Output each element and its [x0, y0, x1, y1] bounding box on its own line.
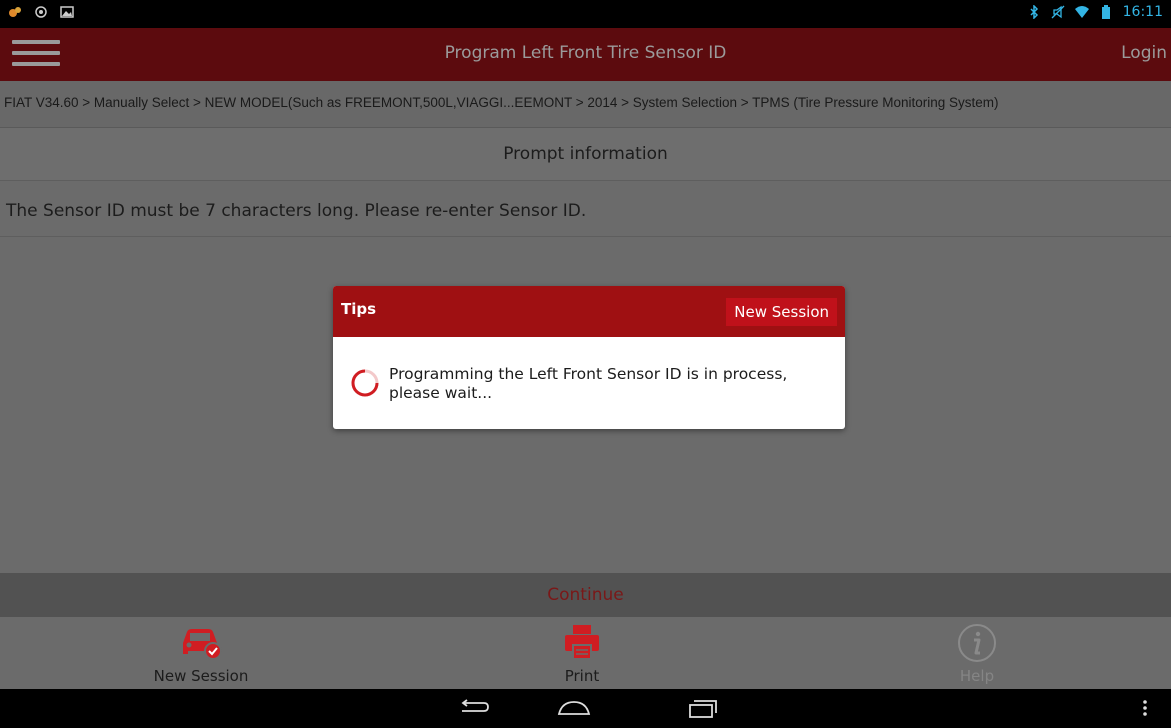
battery-icon — [1101, 5, 1110, 19]
recent-apps-icon[interactable] — [688, 697, 718, 719]
print-button[interactable]: Print — [482, 617, 682, 689]
bluetooth-icon — [1030, 5, 1038, 19]
image-icon — [60, 6, 74, 18]
bottom-toolbar: New Session Print Help — [0, 617, 1171, 689]
page-title: Program Left Front Tire Sensor ID — [444, 43, 727, 63]
dialog-title: Tips — [341, 300, 377, 318]
new-session-tool-label: New Session — [153, 667, 249, 685]
print-label: Print — [564, 667, 600, 685]
dialog-body: Programming the Left Front Sensor ID is … — [333, 337, 845, 429]
prompt-header: Prompt information — [0, 128, 1171, 181]
breadcrumb: FIAT V34.60 > Manually Select > NEW MODE… — [0, 81, 1171, 128]
info-icon — [958, 624, 996, 662]
prompt-message: The Sensor ID must be 7 characters long.… — [6, 201, 587, 221]
overflow-menu-icon[interactable] — [1140, 697, 1150, 719]
dialog-new-session-button[interactable]: New Session — [726, 298, 837, 326]
location-icon — [35, 6, 47, 18]
car-check-icon — [183, 629, 222, 660]
help-button[interactable]: Help — [877, 617, 1077, 689]
mute-icon — [1051, 5, 1065, 19]
tips-dialog: Tips New Session Programming the Left Fr… — [333, 286, 845, 429]
notification-app-icon — [9, 7, 21, 17]
new-session-tool-button[interactable]: New Session — [101, 617, 301, 689]
status-bar: 16:11 — [0, 0, 1171, 28]
status-time: 16:11 — [1122, 4, 1163, 20]
back-icon[interactable] — [456, 697, 490, 719]
breadcrumb-text: FIAT V34.60 > Manually Select > NEW MODE… — [4, 95, 999, 110]
prompt-message-row: The Sensor ID must be 7 characters long.… — [0, 181, 1171, 237]
system-nav-bar — [0, 689, 1171, 728]
login-button[interactable]: Login — [1121, 43, 1167, 63]
continue-label: Continue — [547, 585, 624, 605]
prompt-header-label: Prompt information — [503, 144, 668, 164]
dialog-header: Tips New Session — [333, 286, 845, 337]
dialog-message: Programming the Left Front Sensor ID is … — [389, 365, 788, 402]
wifi-icon — [1074, 6, 1089, 18]
help-label: Help — [959, 667, 995, 685]
home-icon[interactable] — [556, 697, 592, 719]
continue-button[interactable]: Continue — [0, 573, 1171, 617]
app-bar: Program Left Front Tire Sensor ID Login — [0, 28, 1171, 81]
loading-spinner-icon — [351, 369, 379, 397]
printer-icon — [565, 625, 599, 660]
